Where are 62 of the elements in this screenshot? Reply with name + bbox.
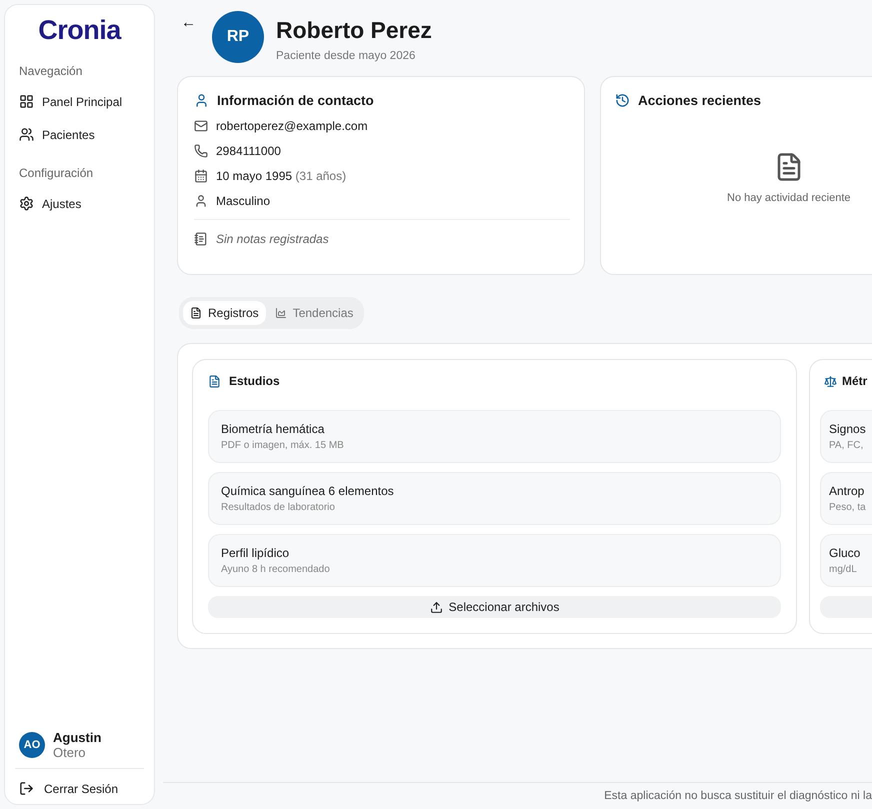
panel-title: Estudios bbox=[229, 374, 280, 388]
record-title: Biometría hemática bbox=[221, 422, 326, 436]
tab[interactable]: Tendencias bbox=[268, 301, 360, 325]
calendar-icon bbox=[194, 169, 208, 183]
record-title: Signos bbox=[829, 422, 867, 436]
section-title: Configuración bbox=[19, 166, 94, 180]
record-item[interactable]: Signos PA, FC, bbox=[820, 410, 872, 463]
person-icon bbox=[194, 194, 208, 208]
notes-icon bbox=[194, 232, 208, 246]
mail-icon bbox=[194, 119, 208, 133]
history-icon bbox=[615, 93, 630, 108]
logout-icon bbox=[19, 781, 34, 796]
phone-icon bbox=[194, 144, 208, 158]
patient-since: Paciente desde mayo 2026 bbox=[276, 50, 416, 62]
record-item[interactable]: Gluco mg/dL bbox=[820, 534, 872, 587]
record-title: Química sanguínea 6 elementos bbox=[221, 484, 395, 498]
notes-text: Sin notas registradas bbox=[216, 232, 329, 246]
card-title: Información de contacto bbox=[217, 93, 374, 108]
record-item[interactable]: Biometría hemática PDF o imagen, máx. 15 MB bbox=[208, 410, 781, 463]
record-subtitle: PA, FC, bbox=[829, 440, 864, 451]
grid-icon bbox=[19, 94, 34, 109]
logout-link[interactable]: Cerrar Sesión bbox=[15, 769, 144, 796]
record-title: Perfil lipídico bbox=[221, 546, 290, 560]
back-button[interactable]: ← bbox=[177, 11, 200, 34]
card-title: Acciones recientes bbox=[638, 93, 762, 108]
record-subtitle: Peso, ta bbox=[829, 502, 867, 513]
patient-avatar: RP bbox=[212, 11, 264, 63]
user-name: Agustin bbox=[53, 730, 102, 745]
contact-detail: 2984111000 bbox=[216, 144, 281, 158]
scale-icon bbox=[824, 374, 837, 388]
patient-name: Roberto Perez bbox=[276, 17, 432, 44]
chart-icon bbox=[274, 307, 287, 319]
record-item[interactable]: Química sanguínea 6 elementos Resultados de laboratorio bbox=[208, 472, 781, 525]
person-icon bbox=[194, 93, 209, 108]
record-subtitle: Resultados de laboratorio bbox=[221, 502, 336, 513]
tab[interactable]: Registros bbox=[183, 301, 266, 325]
panel-title: Métr bbox=[842, 374, 868, 388]
record-subtitle: PDF o imagen, máx. 15 MB bbox=[221, 440, 345, 451]
document-icon bbox=[190, 307, 202, 319]
sidebar-item[interactable]: Panel Principal bbox=[15, 86, 144, 117]
sidebar-item[interactable]: Ajustes bbox=[15, 188, 144, 219]
contact-detail: robertoperez@example.com bbox=[216, 119, 368, 133]
record-item[interactable]: Antrop Peso, ta bbox=[820, 472, 872, 525]
user-last-name: Otero bbox=[53, 745, 87, 760]
record-subtitle: mg/dL bbox=[829, 564, 858, 575]
settings-icon bbox=[19, 196, 34, 211]
contact-detail: Masculino bbox=[216, 194, 270, 208]
contact-detail: 10 mayo 1995 (31 años) bbox=[216, 169, 346, 183]
document-icon bbox=[208, 374, 221, 388]
user-avatar: AO bbox=[19, 732, 45, 758]
disclaimer-text: Esta aplicación no busca sustituir el diagnóstico ni la bbox=[604, 790, 872, 802]
logo: Cronia bbox=[37, 15, 122, 46]
section-title: Navegación bbox=[19, 64, 84, 78]
upload-icon bbox=[430, 600, 443, 614]
record-title: Antrop bbox=[829, 484, 866, 498]
upload-button[interactable]: Seleccionar archivos bbox=[208, 596, 781, 618]
empty-message: No hay actividad reciente bbox=[727, 192, 851, 204]
record-title: Gluco bbox=[829, 546, 862, 560]
users-icon bbox=[19, 127, 34, 142]
sidebar-item[interactable]: Pacientes bbox=[15, 119, 144, 150]
record-item[interactable]: Perfil lipídico Ayuno 8 h recomendado bbox=[208, 534, 781, 587]
record-subtitle: Ayuno 8 h recomendado bbox=[221, 564, 331, 575]
